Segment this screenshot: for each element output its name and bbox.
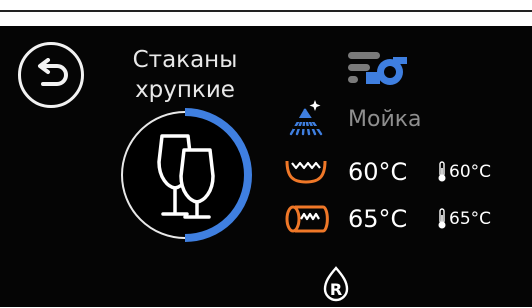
wash-pump-icon: [346, 50, 416, 90]
top-bar: [0, 0, 532, 26]
program-progress-ring: [110, 100, 260, 250]
boiler-heater-icon: [283, 204, 329, 234]
tank-heater-icon: [283, 157, 329, 185]
stage-label: Мойка: [348, 107, 422, 132]
rinse-aid-r-icon: R: [316, 264, 356, 304]
program-title-line1: Стаканы: [132, 47, 238, 73]
top-divider: [0, 10, 532, 12]
thermometer-icon: [438, 161, 446, 182]
back-arrow-icon: [38, 58, 68, 86]
svg-text:R: R: [330, 280, 342, 299]
back-button[interactable]: [18, 42, 84, 108]
rinse-actual-temp: 65°C: [449, 209, 492, 229]
wash-set-temp: 60°C: [348, 158, 408, 186]
spray-shower-icon: [285, 98, 325, 136]
wash-actual-temp: 60°C: [449, 162, 492, 182]
rinse-set-temp: 65°C: [348, 205, 408, 233]
thermometer-icon: [438, 208, 446, 229]
